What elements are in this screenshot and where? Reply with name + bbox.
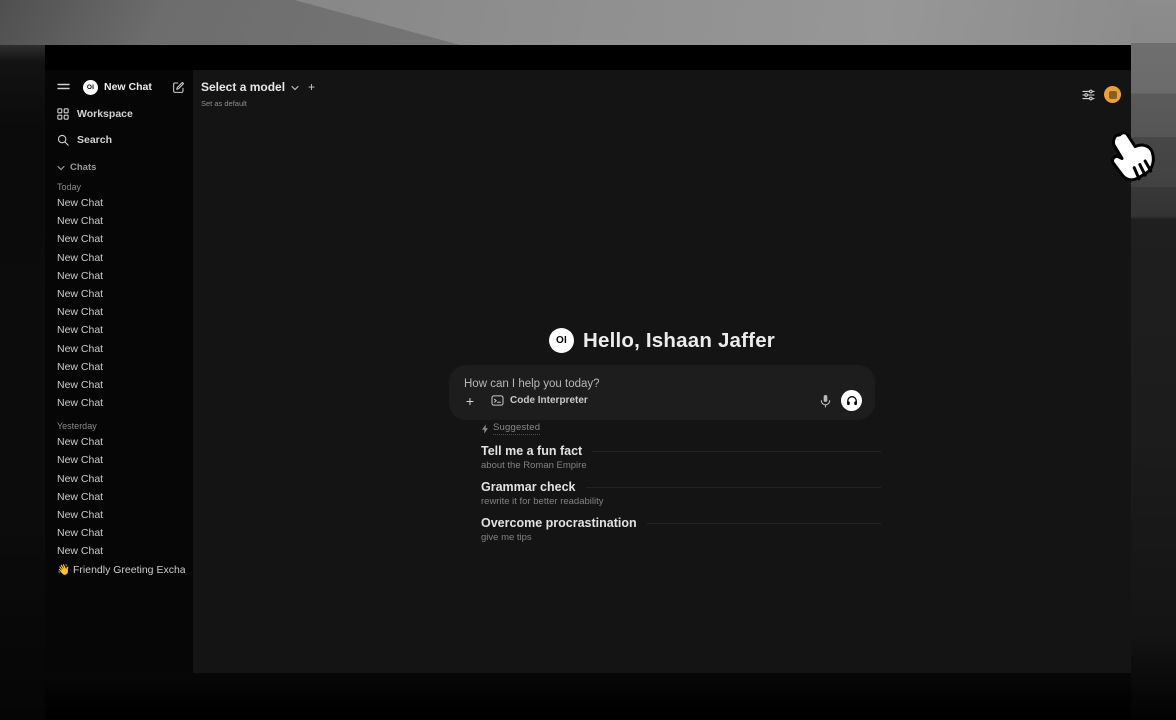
chat-list-item[interactable]: New Chat [57, 433, 185, 451]
chat-list: TodayNew ChatNew ChatNew ChatNew ChatNew… [57, 182, 185, 579]
suggested-label: Suggested [493, 422, 540, 435]
model-selector[interactable]: Select a model + [201, 79, 315, 95]
chat-list-item[interactable]: New Chat [57, 394, 185, 412]
chat-list-item[interactable]: New Chat [57, 451, 185, 469]
divider [647, 523, 881, 524]
search-icon [57, 134, 69, 146]
code-interpreter-button[interactable]: Code Interpreter [491, 395, 588, 406]
chat-list-item[interactable]: New Chat [57, 340, 185, 358]
sidebar-item-label: Workspace [77, 108, 133, 120]
sidebar-item-label: Search [77, 134, 112, 146]
screen: OI New Chat Workspace [0, 0, 1176, 720]
app-window: OI New Chat Workspace [45, 45, 1131, 673]
suggested-prompt[interactable]: Overcome procrastination give me tips [481, 516, 881, 543]
headphones-icon [846, 395, 858, 406]
chat-list-item[interactable]: New Chat [57, 249, 185, 267]
window-titlebar [45, 45, 1131, 70]
sidebar-item-workspace[interactable]: Workspace [57, 105, 185, 122]
chevron-down-icon [57, 165, 65, 171]
suggested-prompt[interactable]: Tell me a fun fact about the Roman Empire [481, 444, 881, 471]
sidebar-item-search[interactable]: Search [57, 131, 185, 148]
chat-list-item[interactable]: New Chat [57, 358, 185, 376]
chat-list-item[interactable]: New Chat [57, 542, 185, 560]
sidebar-brand-title: New Chat [104, 81, 172, 93]
chat-list-item[interactable]: New Chat [57, 285, 185, 303]
suggested-prompt-title: Overcome procrastination [481, 516, 637, 530]
avatar-image [1109, 91, 1117, 99]
suggested-prompt-subtitle: rewrite it for better readability [481, 496, 881, 507]
chat-list-item[interactable]: 👋 Friendly Greeting Exchange [57, 561, 185, 579]
divider [592, 451, 881, 452]
workspace-icon [57, 108, 69, 120]
app-logo: OI [83, 80, 98, 95]
desktop-background-bottom [45, 673, 1131, 720]
mic-icon[interactable] [820, 394, 831, 408]
chat-list-item[interactable]: New Chat [57, 506, 185, 524]
bolt-icon [481, 424, 489, 434]
suggested-prompt-subtitle: about the Roman Empire [481, 460, 881, 471]
greeting-logo: OI [549, 328, 574, 353]
chat-list-item[interactable]: New Chat [57, 524, 185, 542]
headphones-button[interactable] [841, 390, 862, 411]
chat-group-label: Yesterday [57, 421, 185, 431]
user-avatar[interactable] [1104, 86, 1121, 103]
terminal-icon [491, 395, 504, 406]
desktop-background-left [0, 45, 45, 720]
chat-group-label: Today [57, 182, 185, 192]
chat-list-item[interactable]: New Chat [57, 194, 185, 212]
message-composer[interactable]: How can I help you today? + Code Interpr… [450, 366, 874, 419]
suggested-prompt-title: Grammar check [481, 480, 576, 494]
chat-list-item[interactable]: New Chat [57, 321, 185, 339]
sidebar-toggle-icon[interactable] [57, 82, 70, 92]
suggested-prompts: Suggested Tell me a fun fact about the Ro… [481, 422, 881, 543]
chat-list-item[interactable]: New Chat [57, 267, 185, 285]
chat-list-item[interactable]: New Chat [57, 303, 185, 321]
greeting: OI Hello, Ishaan Jaffer [193, 328, 1131, 353]
controls-sliders-icon[interactable] [1082, 89, 1095, 101]
model-chevron-icon [291, 79, 299, 95]
chat-list-item[interactable]: New Chat [57, 212, 185, 230]
chat-list-item[interactable]: New Chat [57, 488, 185, 506]
greeting-text: Hello, Ishaan Jaffer [583, 329, 775, 353]
add-model-button[interactable]: + [308, 81, 315, 93]
divider [586, 487, 881, 488]
suggested-prompt-subtitle: give me tips [481, 532, 881, 543]
desktop-background-right [1131, 0, 1176, 720]
chat-list-item[interactable]: New Chat [57, 376, 185, 394]
message-input[interactable]: How can I help you today? [450, 366, 874, 390]
set-default-link[interactable]: Set as default [201, 100, 315, 108]
attach-button[interactable]: + [462, 393, 478, 409]
suggested-prompt[interactable]: Grammar check rewrite it for better reada… [481, 480, 881, 507]
sidebar-chats-section[interactable]: Chats [57, 162, 185, 173]
sidebar: OI New Chat Workspace [45, 70, 193, 673]
chat-list-item[interactable]: New Chat [57, 230, 185, 248]
suggested-prompt-title: Tell me a fun fact [481, 444, 582, 458]
main-area: Select a model + Set as default [193, 70, 1131, 673]
new-chat-icon[interactable] [172, 81, 185, 94]
chat-list-item[interactable]: New Chat [57, 470, 185, 488]
